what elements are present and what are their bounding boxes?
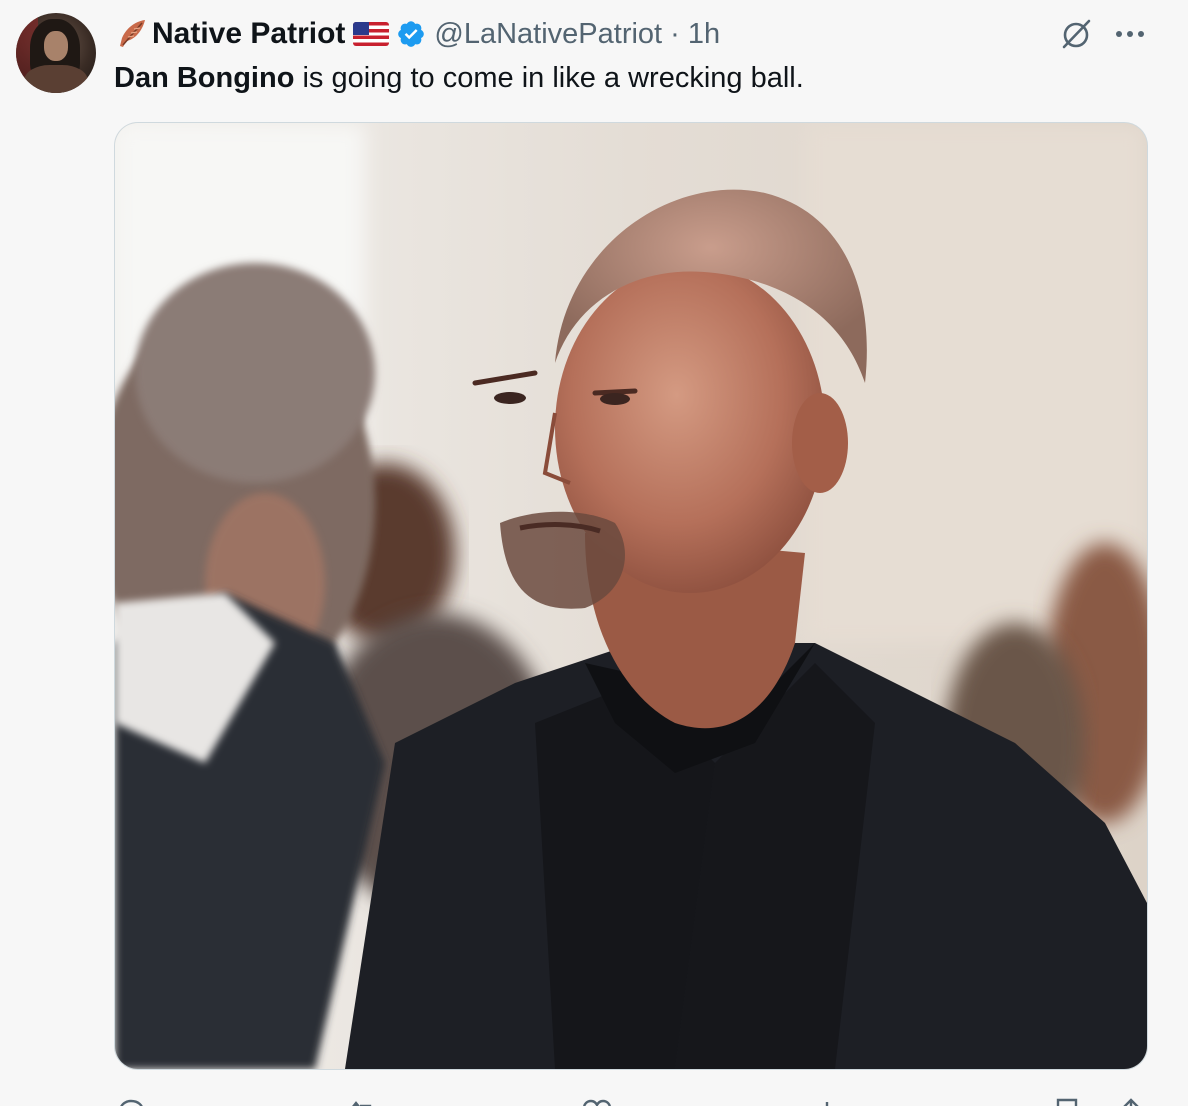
us-flag-icon	[353, 22, 390, 46]
text-body: is going to come in like a wrecking ball…	[294, 62, 804, 94]
verified-badge-icon[interactable]	[396, 19, 426, 49]
views-icon[interactable]	[812, 1096, 846, 1106]
action-bar	[114, 1090, 1154, 1106]
timestamp[interactable]: 1h	[688, 18, 720, 50]
feather-icon	[120, 20, 145, 47]
reply-icon[interactable]	[114, 1096, 148, 1106]
share-icon[interactable]	[1114, 1096, 1148, 1106]
separator: ·	[670, 17, 680, 50]
avatar-face	[44, 31, 68, 61]
bookmark-icon[interactable]	[1050, 1096, 1084, 1106]
like-icon[interactable]	[580, 1096, 614, 1106]
repost-icon[interactable]	[346, 1096, 380, 1106]
handle[interactable]: @LaNativePatriot	[434, 18, 662, 50]
more-icon[interactable]	[1112, 28, 1148, 40]
avatar-body	[24, 65, 88, 93]
grok-icon[interactable]	[1058, 16, 1094, 52]
photo-image	[115, 123, 1147, 1069]
tweet-photo[interactable]	[114, 122, 1148, 1070]
display-name[interactable]: Native Patriot	[152, 17, 345, 51]
handle-and-time[interactable]: @LaNativePatriot · 1h	[434, 18, 720, 51]
tweet-text: Dan Bongino is going to come in like a w…	[114, 58, 804, 98]
tweet[interactable]: Native Patriot @LaNativePatriot · 1h Dan…	[0, 0, 1188, 1106]
tweet-header: Native Patriot @LaNativePatriot · 1h	[114, 14, 720, 54]
avatar[interactable]	[16, 13, 96, 93]
text-mention: Dan Bongino	[114, 62, 295, 94]
